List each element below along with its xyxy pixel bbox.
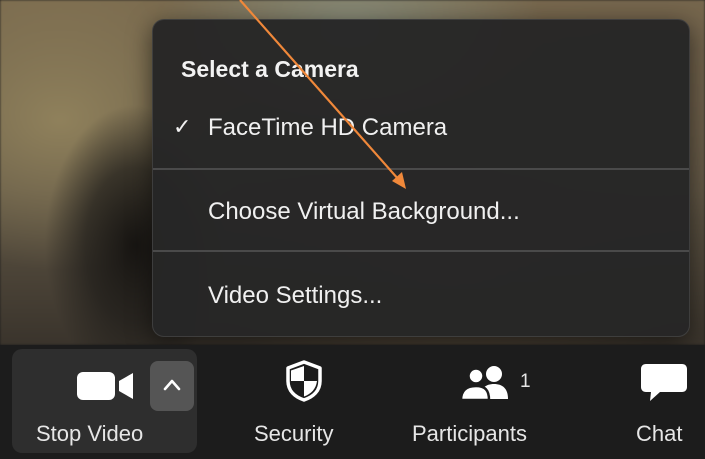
chevron-up-icon: [163, 379, 181, 391]
participants-label: Participants: [412, 421, 527, 446]
speech-bubble-icon: [641, 364, 687, 401]
checkmark-icon: ✓: [173, 114, 192, 139]
menu-item-label: Choose Virtual Background...: [208, 198, 520, 225]
stop-video-button[interactable]: Stop Video: [12, 349, 197, 453]
video-options-caret-button[interactable]: [150, 361, 194, 411]
video-camera-icon: [77, 372, 133, 400]
people-icon: [459, 366, 508, 401]
menu-item-label: Video Settings...: [208, 282, 383, 309]
participants-count: 1: [520, 371, 531, 392]
security-button[interactable]: Security: [250, 345, 370, 459]
chat-button[interactable]: Chat: [626, 345, 705, 459]
chat-label: Chat: [636, 421, 683, 446]
camera-menu: Select a Camera ✓ FaceTime HD Camera Cho…: [152, 19, 690, 337]
participants-button[interactable]: 1 Participants: [408, 345, 568, 459]
stop-video-label: Stop Video: [36, 421, 144, 446]
menu-item-video-settings[interactable]: Video Settings...: [153, 282, 689, 322]
shield-icon: [286, 360, 322, 402]
menu-item-label: FaceTime HD Camera: [208, 114, 448, 141]
menu-item-choose-virtual-background[interactable]: Choose Virtual Background...: [153, 198, 689, 238]
menu-divider: [153, 168, 689, 170]
zoom-window: Select a Camera ✓ FaceTime HD Camera Cho…: [0, 0, 705, 459]
security-label: Security: [254, 421, 334, 446]
menu-divider: [153, 250, 689, 252]
menu-heading: Select a Camera: [181, 56, 359, 82]
meeting-toolbar: Stop Video Security 1 Participants Chat: [0, 345, 705, 459]
menu-item-facetime-camera[interactable]: ✓ FaceTime HD Camera: [153, 114, 689, 154]
